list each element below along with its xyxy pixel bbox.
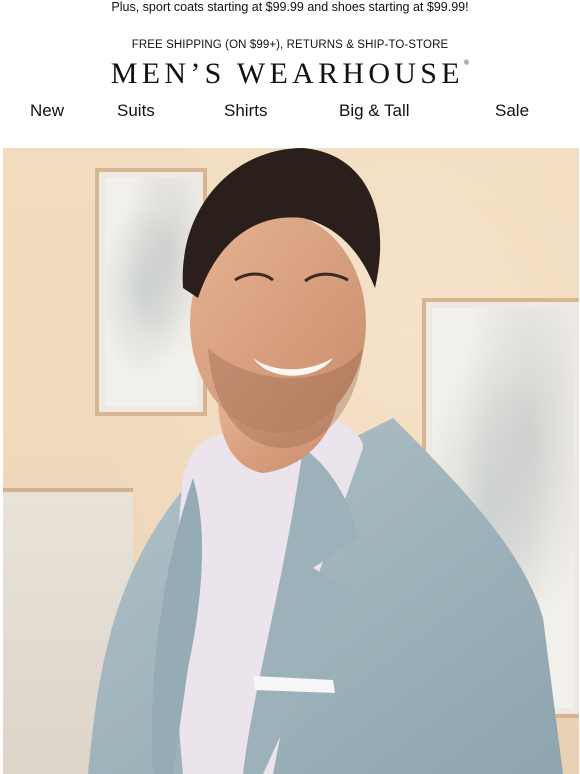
brand-logo[interactable]: MEN’S WEARHOUSE® (0, 57, 580, 91)
nav-item-big-and-tall[interactable]: Big & Tall (339, 101, 410, 121)
shipping-text[interactable]: FREE SHIPPING (ON $99+), RETURNS & SHIP-… (0, 38, 580, 52)
nav-item-suits[interactable]: Suits (117, 101, 155, 121)
promo-text: Plus, sport coats starting at $99.99 and… (111, 0, 469, 14)
nav-item-new[interactable]: New (30, 101, 64, 121)
brand-name: MEN’S WEARHOUSE (110, 57, 464, 90)
main-nav: New Suits Shirts Big & Tall Sale (0, 93, 580, 133)
nav-item-sale[interactable]: Sale (495, 101, 529, 121)
nav-item-shirts[interactable]: Shirts (224, 101, 267, 121)
registered-mark: ® (463, 59, 470, 67)
model-figure (88, 148, 563, 774)
hero-image[interactable] (3, 148, 579, 774)
